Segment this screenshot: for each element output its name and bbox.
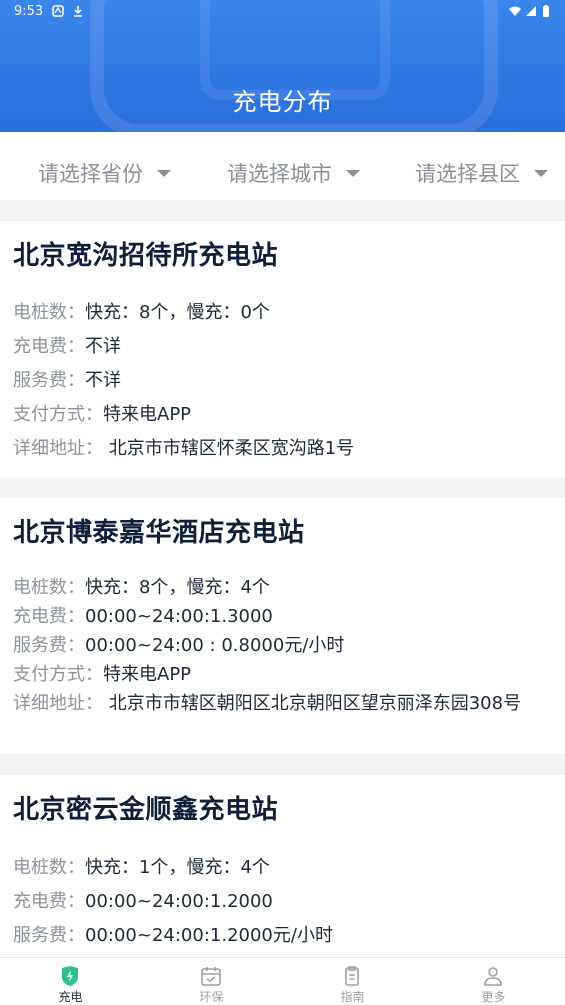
piles-label: 电桩数： bbox=[13, 857, 85, 878]
tab-label: 指南 bbox=[340, 990, 365, 1004]
bottom-tab-bar: 充电 环保 指南 更多 bbox=[0, 957, 565, 1005]
payment-value: 特来电APP bbox=[103, 404, 192, 425]
station-name: 北京密云金顺鑫充电站 bbox=[13, 795, 279, 825]
station-piles: 电桩数：快充：8个，慢充：4个 bbox=[13, 573, 553, 602]
province-select-label: 请选择省份 bbox=[38, 162, 143, 186]
piles-value: 快充：1个，慢充：4个 bbox=[85, 857, 270, 878]
notification-icon bbox=[52, 5, 64, 17]
piles-label: 电桩数： bbox=[13, 577, 85, 598]
status-time: 9:53 bbox=[14, 4, 44, 19]
charge-fee-label: 充电费： bbox=[13, 891, 85, 912]
service-fee-label: 服务费： bbox=[13, 925, 85, 946]
charge-fee-value: 00:00~24:00:1.3000 bbox=[85, 606, 273, 627]
station-piles: 电桩数：快充：8个，慢充：0个 bbox=[13, 298, 553, 327]
tab-charging[interactable]: 充电 bbox=[0, 958, 141, 1005]
station-name: 北京博泰嘉华酒店充电站 bbox=[13, 518, 305, 548]
station-service-fee: 服务费：不详 bbox=[13, 366, 553, 395]
station-payment: 支付方式：特来电APP bbox=[13, 660, 553, 689]
clipboard-icon bbox=[345, 966, 359, 986]
payment-value: 特来电APP bbox=[103, 664, 192, 685]
piles-value: 快充：8个，慢充：4个 bbox=[85, 577, 270, 598]
station-card[interactable]: 北京密云金顺鑫充电站 电桩数：快充：1个，慢充：4个 充电费：00:00~24:… bbox=[0, 775, 565, 957]
chevron-down-icon bbox=[157, 169, 171, 177]
signal-icon bbox=[526, 6, 536, 16]
city-select-label: 请选择城市 bbox=[227, 162, 332, 186]
address-label: 详细地址： bbox=[13, 693, 103, 714]
chevron-down-icon bbox=[534, 169, 548, 177]
download-icon bbox=[74, 6, 82, 17]
person-icon bbox=[484, 967, 502, 986]
chevron-down-icon bbox=[346, 169, 360, 177]
station-address: 详细地址： 北京市市辖区怀柔区宽沟路1号 bbox=[13, 434, 553, 463]
district-select[interactable]: 请选择县区 bbox=[415, 158, 548, 188]
region-filter-bar: 请选择省份 请选择城市 请选择县区 bbox=[0, 132, 565, 200]
charging-shield-icon bbox=[62, 966, 78, 986]
service-fee-label: 服务费： bbox=[13, 635, 85, 656]
tab-more[interactable]: 更多 bbox=[423, 958, 564, 1005]
station-card[interactable]: 北京博泰嘉华酒店充电站 电桩数：快充：8个，慢充：4个 充电费：00:00~24… bbox=[0, 498, 565, 754]
service-fee-value: 00:00~24:00 : 0.8000元/小时 bbox=[85, 635, 345, 656]
tab-label: 环保 bbox=[199, 990, 224, 1004]
station-address: 详细地址： 北京市市辖区朝阳区北京朝阳区望京丽泽东园308号 bbox=[13, 689, 553, 718]
station-payment: 支付方式：特来电APP bbox=[13, 400, 553, 429]
station-card[interactable]: 北京宽沟招待所充电站 电桩数：快充：8个，慢充：0个 充电费：不详 服务费：不详… bbox=[0, 221, 565, 477]
tab-environment[interactable]: 环保 bbox=[141, 958, 282, 1005]
payment-label: 支付方式： bbox=[13, 404, 103, 425]
charge-fee-value: 不详 bbox=[85, 336, 121, 357]
piles-value: 快充：8个，慢充：0个 bbox=[85, 302, 270, 323]
service-fee-value: 00:00~24:00:1.2000元/小时 bbox=[85, 925, 333, 946]
station-charge-fee: 充电费：不详 bbox=[13, 332, 553, 361]
province-select[interactable]: 请选择省份 bbox=[38, 158, 171, 188]
piles-label: 电桩数： bbox=[13, 302, 85, 323]
station-charge-fee: 充电费：00:00~24:00:1.2000 bbox=[13, 887, 553, 916]
address-value: 北京市市辖区怀柔区宽沟路1号 bbox=[108, 438, 355, 459]
station-name: 北京宽沟招待所充电站 bbox=[13, 241, 279, 271]
wifi-icon bbox=[509, 6, 521, 16]
station-service-fee: 服务费：00:00~24:00 : 0.8000元/小时 bbox=[13, 631, 553, 660]
address-label: 详细地址： bbox=[13, 438, 103, 459]
divider bbox=[0, 200, 565, 221]
calendar-icon bbox=[201, 967, 221, 986]
tab-label: 更多 bbox=[481, 990, 506, 1004]
battery-icon bbox=[543, 5, 549, 17]
station-piles: 电桩数：快充：1个，慢充：4个 bbox=[13, 853, 553, 882]
district-select-label: 请选择县区 bbox=[415, 162, 520, 186]
station-service-fee: 服务费：00:00~24:00:1.2000元/小时 bbox=[13, 921, 553, 950]
page-title: 充电分布 bbox=[232, 88, 333, 116]
status-bar: 9:53 bbox=[0, 0, 565, 24]
tab-label: 充电 bbox=[58, 990, 83, 1004]
station-charge-fee: 充电费：00:00~24:00:1.3000 bbox=[13, 602, 553, 631]
header: 9:53 充电分布 bbox=[0, 0, 565, 132]
charge-fee-value: 00:00~24:00:1.2000 bbox=[85, 891, 273, 912]
payment-label: 支付方式： bbox=[13, 664, 103, 685]
city-select[interactable]: 请选择城市 bbox=[227, 158, 360, 188]
tab-guide[interactable]: 指南 bbox=[282, 958, 423, 1005]
service-fee-value: 不详 bbox=[85, 370, 121, 391]
divider bbox=[0, 477, 565, 498]
charge-fee-label: 充电费： bbox=[13, 336, 85, 357]
divider bbox=[0, 754, 565, 775]
service-fee-label: 服务费： bbox=[13, 370, 85, 391]
charge-fee-label: 充电费： bbox=[13, 606, 85, 627]
address-value: 北京市市辖区朝阳区北京朝阳区望京丽泽东园308号 bbox=[108, 693, 522, 714]
